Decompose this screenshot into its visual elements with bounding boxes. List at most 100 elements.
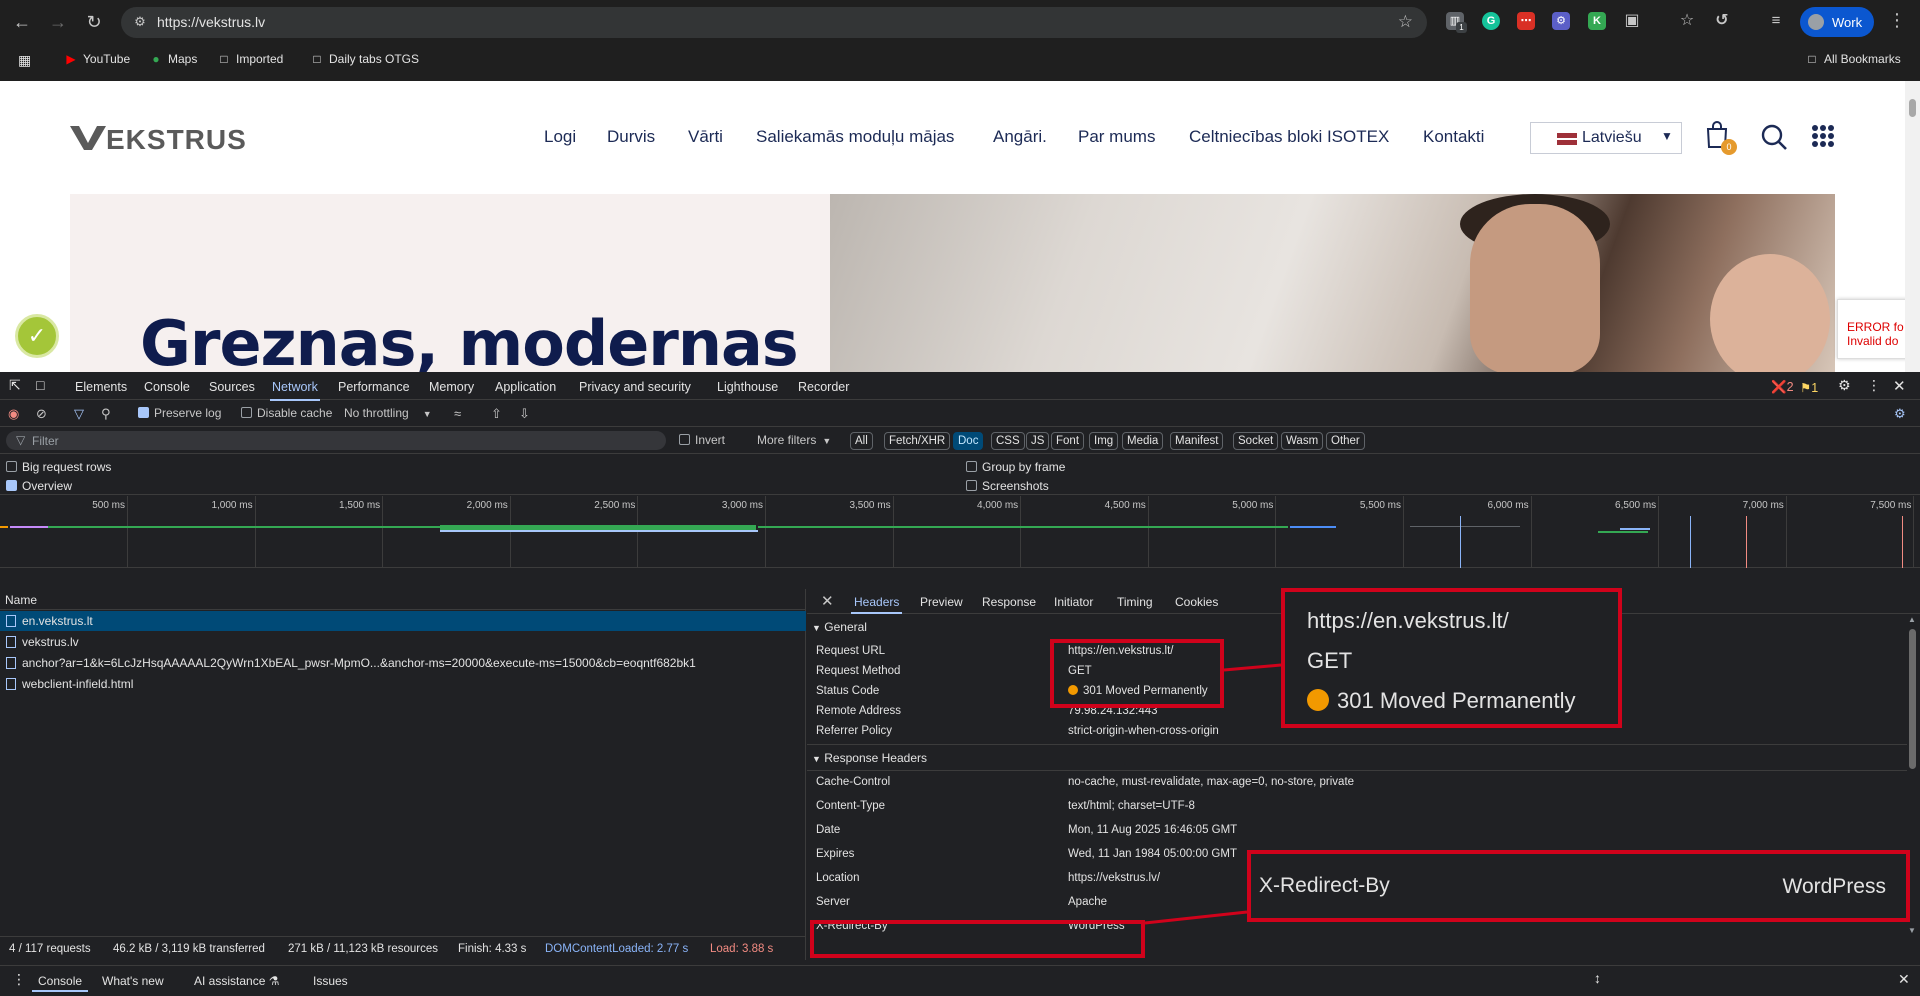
big-request-rows-checkbox[interactable]: Big request rows xyxy=(6,460,111,474)
request-row[interactable]: webclient-infield.html xyxy=(0,674,806,694)
header-value[interactable]: https://vekstrus.lv/ xyxy=(1068,872,1160,884)
type-filter-all[interactable]: All xyxy=(850,432,873,450)
reading-list-icon[interactable]: ≡ xyxy=(1767,12,1785,30)
nav-kontakti[interactable]: Kontakti xyxy=(1423,127,1484,147)
scroll-up-icon[interactable]: ▲ xyxy=(1908,615,1916,624)
nav-par-mums[interactable]: Par mums xyxy=(1078,127,1155,147)
menu-grid-icon[interactable] xyxy=(1812,125,1834,147)
nav-durvis[interactable]: Durvis xyxy=(607,127,655,147)
record-icon[interactable]: ◉ xyxy=(8,406,19,422)
header-value[interactable]: Apache xyxy=(1068,896,1107,908)
tab-timing[interactable]: Timing xyxy=(1117,595,1153,609)
invert-checkbox[interactable]: Invert xyxy=(679,433,725,447)
bookmark-folder-daily-tabs[interactable]: □ Daily tabs OTGS xyxy=(310,52,419,66)
devtools-close-icon[interactable]: ✕ xyxy=(1893,377,1906,395)
type-filter-css[interactable]: CSS xyxy=(991,432,1025,450)
scroll-down-icon[interactable]: ▼ xyxy=(1908,926,1916,935)
preserve-log-checkbox[interactable]: Preserve log xyxy=(138,406,221,420)
filter-input[interactable]: ▽ Filter xyxy=(6,431,666,450)
devtools-more-icon[interactable]: ⋮ xyxy=(1867,377,1881,394)
header-value[interactable]: text/html; charset=UTF-8 xyxy=(1068,800,1195,812)
bookmark-folder-imported[interactable]: □ Imported xyxy=(217,52,283,66)
nav-angari[interactable]: Angāri. xyxy=(993,127,1047,147)
extension-red-icon[interactable]: ⋯ xyxy=(1517,12,1535,30)
nav-logi[interactable]: Logi xyxy=(544,127,576,147)
drawer-tab-whats-new[interactable]: What's new xyxy=(102,974,164,988)
bookmark-star-icon[interactable]: ☆ xyxy=(1398,12,1413,32)
request-row[interactable]: vekstrus.lv xyxy=(0,632,806,652)
history-icon[interactable]: ↺ xyxy=(1713,12,1731,30)
tab-application[interactable]: Application xyxy=(495,380,556,394)
type-filter-other[interactable]: Other xyxy=(1326,432,1365,450)
screenshots-checkbox[interactable]: Screenshots xyxy=(966,479,1049,493)
type-filter-fetch-xhr[interactable]: Fetch/XHR xyxy=(884,432,951,450)
group-by-frame-checkbox[interactable]: Group by frame xyxy=(966,460,1065,474)
filter-funnel-icon[interactable]: ▽ xyxy=(74,406,84,422)
type-filter-img[interactable]: Img xyxy=(1089,432,1119,450)
url-text[interactable]: https://vekstrus.lv xyxy=(157,14,265,30)
nav-moduli[interactable]: Saliekamās moduļu mājas xyxy=(756,127,954,147)
network-conditions-icon[interactable]: ≈ xyxy=(454,406,461,421)
section-response-headers[interactable]: ▼ Response Headers xyxy=(812,751,927,765)
devtools-settings-icon[interactable]: ⚙ xyxy=(1838,377,1851,394)
section-general[interactable]: ▼ General xyxy=(812,620,867,634)
cart-button[interactable]: 0 xyxy=(1705,121,1737,155)
drawer-tab-ai-assistance[interactable]: AI assistance ⚗ xyxy=(194,974,279,988)
browser-menu-icon[interactable]: ⋮ xyxy=(1888,10,1906,31)
type-filter-js[interactable]: JS xyxy=(1026,432,1050,450)
tab-headers[interactable]: Headers xyxy=(850,595,903,614)
overview-checkbox[interactable]: Overview xyxy=(6,479,72,493)
address-bar[interactable]: ⚙ https://vekstrus.lv ☆ xyxy=(121,7,1427,38)
type-filter-wasm[interactable]: Wasm xyxy=(1281,432,1324,450)
tab-preview[interactable]: Preview xyxy=(920,595,963,609)
tab-cookies[interactable]: Cookies xyxy=(1175,595,1218,609)
close-detail-icon[interactable]: ✕ xyxy=(821,592,834,610)
clear-icon[interactable]: ⊘ xyxy=(36,406,47,422)
search-icon[interactable] xyxy=(1760,123,1788,151)
column-header-name[interactable]: Name xyxy=(0,589,806,610)
tab-privacy-security[interactable]: Privacy and security xyxy=(579,380,691,394)
forward-icon[interactable]: → xyxy=(46,10,70,34)
request-row[interactable]: anchor?ar=1&k=6LcJzHsqAAAAAL2QyWrn1XbEAL… xyxy=(0,653,806,673)
tab-performance[interactable]: Performance xyxy=(338,380,410,394)
back-icon[interactable]: ← xyxy=(10,10,34,34)
header-value[interactable]: no-cache, must-revalidate, max-age=0, no… xyxy=(1068,776,1354,788)
vekstrus-logo[interactable]: EKSTRUS xyxy=(70,123,280,153)
drawer-tab-console[interactable]: Console xyxy=(31,974,89,992)
extension-k-icon[interactable]: K xyxy=(1588,12,1606,30)
network-overview-timeline[interactable]: 500 ms 1,000 ms 1,500 ms 2,000 ms 2,500 ms 3,… xyxy=(0,496,1920,568)
type-filter-doc[interactable]: Doc xyxy=(953,432,984,450)
nav-isotex[interactable]: Celtniecības bloki ISOTEX xyxy=(1189,127,1389,147)
tab-network[interactable]: Network xyxy=(270,380,320,401)
site-info-icon[interactable]: ⚙ xyxy=(131,14,149,30)
drawer-menu-icon[interactable]: ⋮ xyxy=(12,971,26,988)
extension-gear-icon[interactable]: ⚙ xyxy=(1552,12,1570,30)
page-scrollbar[interactable] xyxy=(1905,81,1920,372)
type-filter-media[interactable]: Media xyxy=(1122,432,1164,450)
apps-grid-icon[interactable]: ▦ xyxy=(18,52,31,69)
network-settings-icon[interactable]: ⚙ xyxy=(1894,406,1906,422)
disable-cache-checkbox[interactable]: Disable cache xyxy=(241,406,332,420)
drawer-tab-issues[interactable]: Issues xyxy=(313,974,348,988)
extensions-puzzle-icon[interactable]: ▣ xyxy=(1623,12,1641,30)
accessibility-widget-icon[interactable]: ✓ xyxy=(15,314,59,358)
header-value[interactable]: strict-origin-when-cross-origin xyxy=(1068,725,1219,737)
bookmark-maps[interactable]: ● Maps xyxy=(149,52,197,66)
tab-initiator[interactable]: Initiator xyxy=(1054,595,1093,609)
drawer-close-icon[interactable]: ✕ xyxy=(1898,971,1910,988)
nav-varti[interactable]: Vārti xyxy=(688,127,723,147)
tab-memory[interactable]: Memory xyxy=(429,380,474,394)
more-filters-dropdown[interactable]: More filters ▼ xyxy=(757,433,831,447)
bookmark-youtube[interactable]: ▶ YouTube xyxy=(64,52,130,66)
favorites-icon[interactable]: ☆ xyxy=(1678,12,1696,30)
inspect-element-icon[interactable]: ⇱ xyxy=(9,377,21,394)
tab-elements[interactable]: Elements xyxy=(75,380,127,394)
all-bookmarks[interactable]: □ All Bookmarks xyxy=(1805,52,1900,66)
tab-lighthouse[interactable]: Lighthouse xyxy=(717,380,778,394)
profile-button[interactable]: Work xyxy=(1800,7,1874,37)
reload-icon[interactable]: ↻ xyxy=(82,10,106,34)
header-value[interactable]: Mon, 11 Aug 2025 16:46:05 GMT xyxy=(1068,824,1237,836)
tab-response[interactable]: Response xyxy=(982,595,1036,609)
header-value[interactable]: Wed, 11 Jan 1984 05:00:00 GMT xyxy=(1068,848,1237,860)
type-filter-socket[interactable]: Socket xyxy=(1233,432,1279,450)
